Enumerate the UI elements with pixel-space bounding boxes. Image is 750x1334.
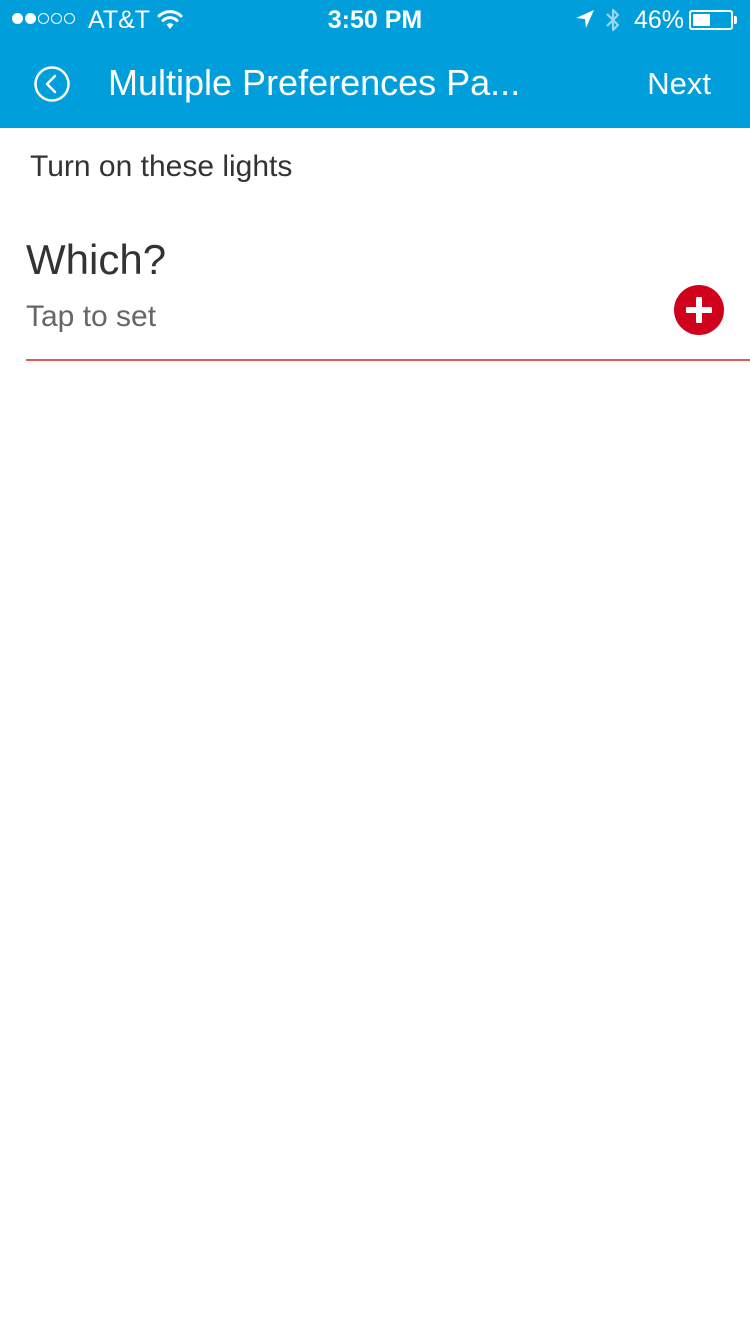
page-title: Multiple Preferences Pa... [108, 62, 521, 103]
preference-row-which[interactable]: Which? Tap to set [26, 228, 750, 361]
next-button[interactable]: Next [647, 66, 711, 102]
battery-percent: 46% [634, 6, 685, 34]
preference-placeholder: Tap to set [26, 300, 157, 333]
nav-bar: Multiple Preferences Pa... Next [0, 40, 750, 128]
battery-tip [734, 16, 737, 24]
status-bar: AT&T 3:50 PM 46% [0, 0, 750, 40]
back-button[interactable] [33, 65, 71, 103]
bluetooth-icon [604, 6, 622, 39]
location-arrow-icon [574, 8, 596, 35]
battery-icon [689, 10, 733, 30]
section-label: Turn on these lights [30, 150, 293, 183]
back-chevron-icon [34, 66, 70, 102]
preference-label: Which? [26, 236, 167, 283]
add-icon[interactable] [674, 285, 724, 335]
